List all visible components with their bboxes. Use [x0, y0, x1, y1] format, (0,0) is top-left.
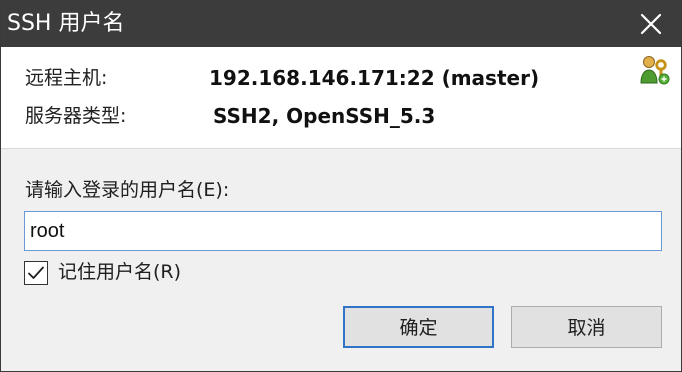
dialog-title: SSH 用户名 [7, 11, 125, 36]
checkmark-icon [28, 266, 44, 279]
ok-button[interactable]: 确定 [343, 306, 494, 348]
server-type-value: SSH2, OpenSSH_5.3 [213, 104, 436, 128]
remember-username-label: 记住用户名(R) [58, 261, 182, 283]
remote-host-value: 192.168.146.171:22 (master) [209, 66, 540, 90]
close-button[interactable] [637, 10, 665, 38]
title-bar: SSH 用户名 [1, 1, 681, 47]
close-icon [640, 13, 662, 35]
cancel-button[interactable]: 取消 [511, 306, 662, 348]
user-key-icon [637, 53, 671, 87]
server-type-label: 服务器类型: [25, 105, 127, 127]
ssh-username-dialog: SSH 用户名 远程主机: 192.168.146.171:22 (master… [0, 0, 682, 372]
username-input[interactable] [24, 211, 662, 251]
remote-host-label: 远程主机: [25, 67, 108, 89]
remember-username-checkbox[interactable] [24, 261, 48, 285]
connection-info-panel: 远程主机: 192.168.146.171:22 (master) 服务器类型:… [1, 47, 681, 149]
username-prompt-label: 请输入登录的用户名(E): [25, 179, 230, 201]
